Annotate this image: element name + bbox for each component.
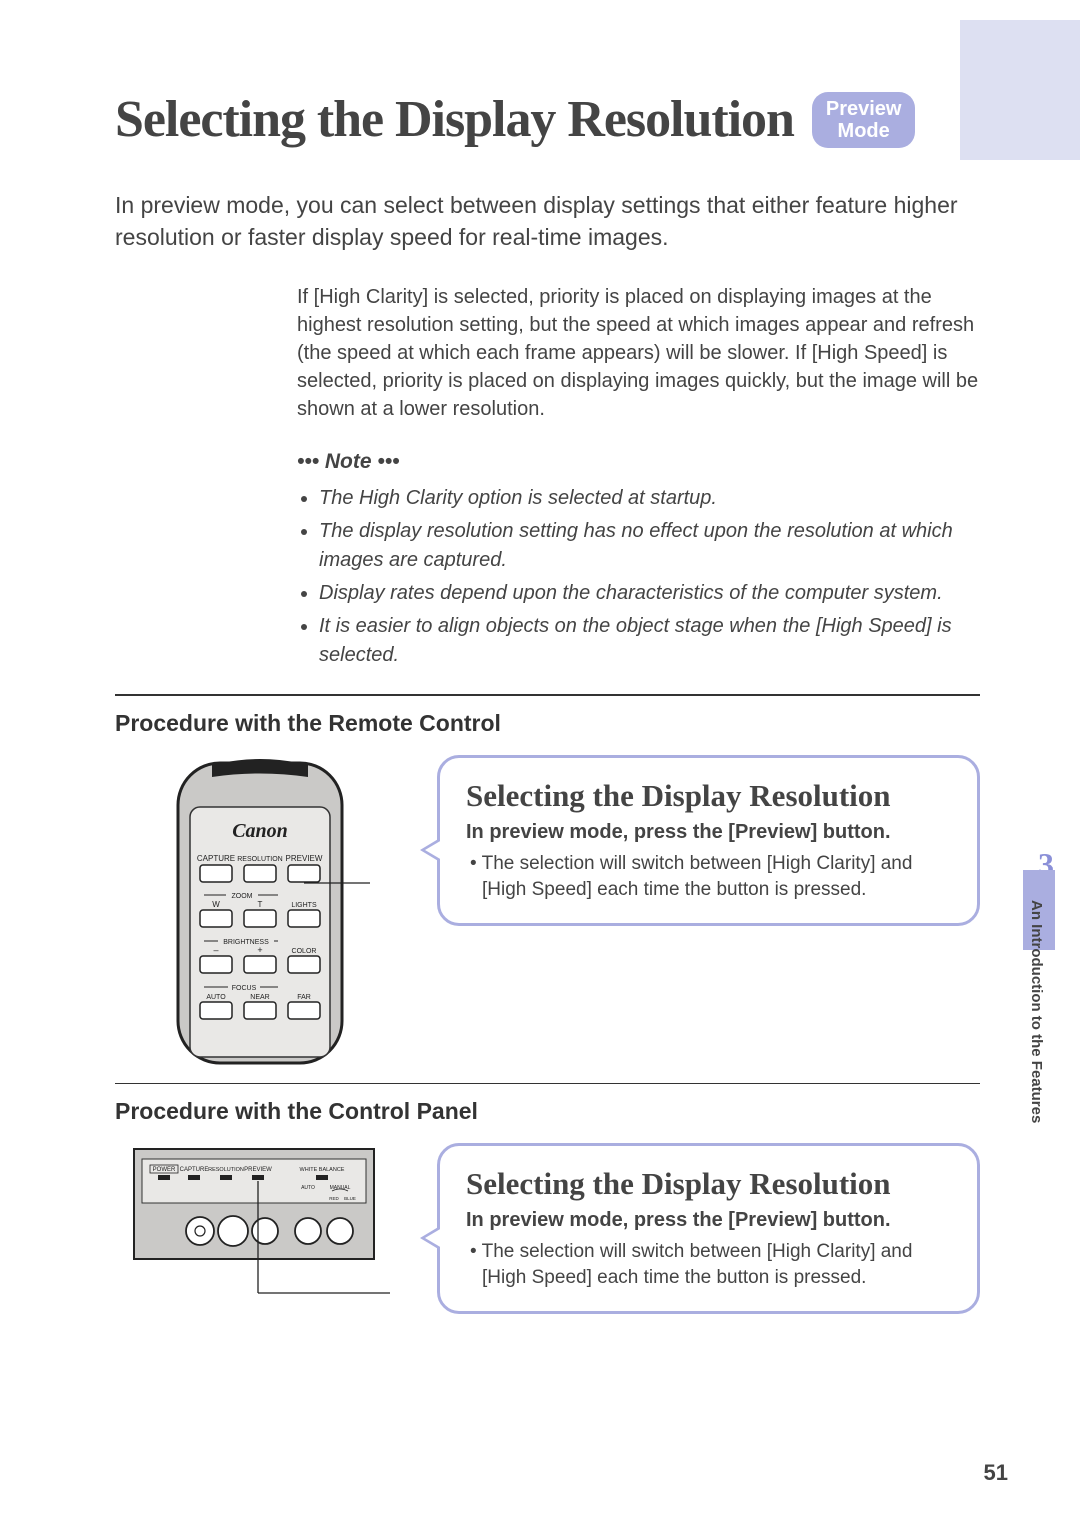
procedure-remote-row: Canon CAPTURE RESOLUTION PREVIEW ZOOM W …: [115, 755, 980, 1065]
knob-3[interactable]: [252, 1218, 278, 1244]
callout-body: • The selection will switch between [Hig…: [466, 851, 951, 902]
zoom-t-button[interactable]: [244, 910, 276, 927]
chapter-label: An Introduction to the Features: [1028, 900, 1045, 1123]
page: Selecting the Display Resolution Preview…: [0, 0, 1080, 1526]
section2-title: Procedure with the Control Panel: [115, 1098, 980, 1125]
focus-far-button[interactable]: [288, 1002, 320, 1019]
title-row: Selecting the Display Resolution Preview…: [115, 90, 980, 149]
preview-mode-badge: Preview Mode: [812, 92, 916, 148]
resolution-led: [220, 1175, 232, 1180]
note-item: Display rates depend upon the characteri…: [319, 579, 980, 608]
callout-title: Selecting the Display Resolution: [466, 1166, 951, 1202]
svg-text:AUTO: AUTO: [301, 1185, 315, 1191]
knob-2[interactable]: [218, 1216, 248, 1246]
svg-text:+: +: [257, 945, 262, 955]
svg-text:COLOR: COLOR: [292, 948, 317, 955]
svg-text:ZOOM: ZOOM: [232, 893, 253, 900]
divider: [115, 694, 980, 696]
section1-title: Procedure with the Remote Control: [115, 710, 980, 737]
knob-4[interactable]: [295, 1218, 321, 1244]
knob-1[interactable]: [186, 1217, 214, 1245]
remote-callout: Selecting the Display Resolution In prev…: [437, 755, 980, 926]
procedure-panel-row: POWER CAPTURE RESOLUTION PREVIEW WHITE B…: [115, 1143, 980, 1314]
svg-text:T: T: [258, 900, 263, 909]
svg-text:W: W: [212, 900, 220, 909]
color-button[interactable]: [288, 956, 320, 973]
note-item: The High Clarity option is selected at s…: [319, 484, 980, 513]
remote-device-area: Canon CAPTURE RESOLUTION PREVIEW ZOOM W …: [115, 755, 405, 1065]
zoom-w-button[interactable]: [200, 910, 232, 927]
brightness-up-button[interactable]: [244, 956, 276, 973]
preview-button[interactable]: [288, 865, 320, 882]
svg-text:FOCUS: FOCUS: [232, 985, 257, 992]
svg-text:AUTO: AUTO: [206, 994, 226, 1001]
intro-text: In preview mode, you can select between …: [115, 189, 980, 253]
page-number: 51: [984, 1460, 1008, 1486]
panel-device-area: POWER CAPTURE RESOLUTION PREVIEW WHITE B…: [115, 1143, 405, 1308]
note-block: ••• Note ••• The High Clarity option is …: [297, 447, 980, 669]
focus-near-button[interactable]: [244, 1002, 276, 1019]
svg-text:NEAR: NEAR: [250, 994, 269, 1001]
note-item: The display resolution setting has no ef…: [319, 517, 980, 575]
lights-button[interactable]: [288, 910, 320, 927]
brightness-down-button[interactable]: [200, 956, 232, 973]
divider: [115, 1083, 980, 1084]
callout-subtitle: In preview mode, press the [Preview] but…: [466, 1207, 951, 1233]
callout-subtitle: In preview mode, press the [Preview] but…: [466, 819, 951, 845]
callout-body: • The selection will switch between [Hig…: [466, 1239, 951, 1290]
svg-text:MANUAL: MANUAL: [330, 1185, 351, 1191]
svg-text:PREVIEW: PREVIEW: [244, 1167, 272, 1173]
brand-label: Canon: [232, 820, 288, 842]
svg-text:BLUE: BLUE: [344, 1196, 356, 1201]
svg-text:PREVIEW: PREVIEW: [286, 854, 323, 863]
svg-text:RED: RED: [329, 1196, 339, 1201]
callout-title: Selecting the Display Resolution: [466, 778, 951, 814]
power-led: [158, 1175, 170, 1180]
badge-line1: Preview: [826, 98, 902, 120]
note-item: It is easier to align objects on the obj…: [319, 612, 980, 670]
wb-led: [316, 1175, 328, 1180]
preview-led: [252, 1175, 264, 1180]
note-heading: ••• Note •••: [297, 447, 980, 477]
control-panel-diagram: POWER CAPTURE RESOLUTION PREVIEW WHITE B…: [130, 1143, 390, 1308]
focus-auto-button[interactable]: [200, 1002, 232, 1019]
resolution-button[interactable]: [244, 865, 276, 882]
svg-text:CAPTURE: CAPTURE: [197, 854, 235, 863]
remote-control-diagram: Canon CAPTURE RESOLUTION PREVIEW ZOOM W …: [150, 755, 370, 1065]
svg-text:LIGHTS: LIGHTS: [291, 902, 317, 909]
detail-text: If [High Clarity] is selected, priority …: [297, 283, 980, 423]
note-list: The High Clarity option is selected at s…: [297, 484, 980, 670]
page-title: Selecting the Display Resolution: [115, 90, 794, 149]
svg-text:CAPTURE: CAPTURE: [180, 1167, 209, 1173]
capture-led: [188, 1175, 200, 1180]
knob-5[interactable]: [327, 1218, 353, 1244]
panel-callout: Selecting the Display Resolution In prev…: [437, 1143, 980, 1314]
svg-text:WHITE BALANCE: WHITE BALANCE: [300, 1167, 345, 1173]
svg-text:POWER: POWER: [153, 1167, 176, 1173]
badge-line2: Mode: [826, 120, 902, 142]
svg-text:RESOLUTION: RESOLUTION: [237, 856, 283, 863]
svg-text:FAR: FAR: [297, 994, 311, 1001]
svg-text:–: –: [213, 945, 218, 955]
svg-text:RESOLUTION: RESOLUTION: [208, 1167, 244, 1173]
capture-button[interactable]: [200, 865, 232, 882]
